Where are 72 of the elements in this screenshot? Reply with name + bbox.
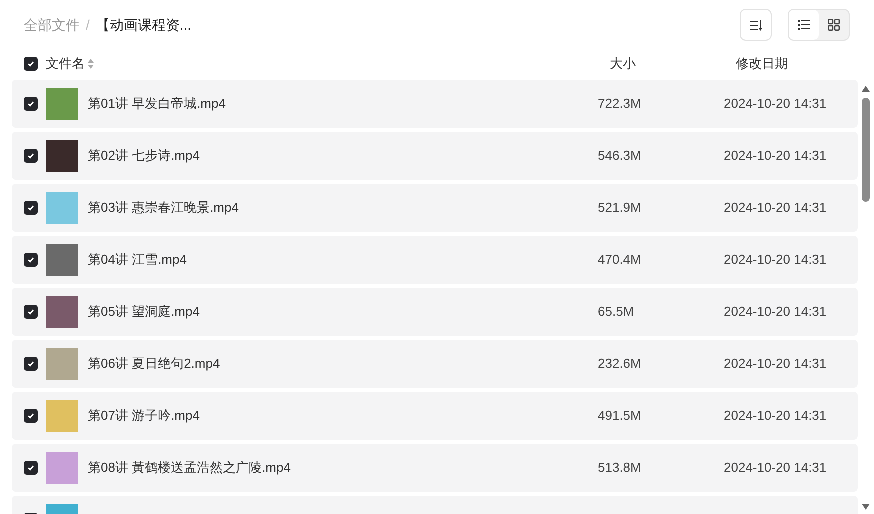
photo-placeholder	[46, 452, 78, 484]
check-icon	[27, 60, 35, 68]
check-icon	[27, 152, 35, 160]
scroll-down-icon[interactable]	[862, 504, 870, 510]
file-row[interactable]: 第02讲 七步诗.mp4 546.3M 2024-10-20 14:31	[12, 132, 858, 180]
photo-placeholder	[46, 348, 78, 380]
check-icon	[27, 464, 35, 472]
file-row[interactable]: 第01讲 早发白帝城.mp4 722.3M 2024-10-20 14:31	[12, 80, 858, 128]
file-size: 521.9M	[598, 199, 642, 218]
check-icon	[27, 412, 35, 420]
list-icon	[798, 20, 810, 30]
file-name: 第03讲 惠崇春江晚景.mp4	[88, 199, 240, 218]
file-date: 2024-10-20 14:31	[724, 459, 827, 478]
column-header: 修改日期	[736, 55, 788, 74]
checkbox[interactable]	[24, 357, 38, 371]
checkbox[interactable]	[24, 305, 38, 319]
column-header: 大小	[610, 55, 636, 74]
checkbox[interactable]	[24, 253, 38, 267]
breadcrumb-separator: /	[86, 16, 90, 34]
check-icon	[27, 256, 35, 264]
grid-icon	[828, 19, 840, 31]
check-icon	[27, 360, 35, 368]
file-name: 第04讲 江雪.mp4	[88, 251, 188, 270]
file-name: 第06讲 夏日绝句2.mp4	[88, 355, 222, 374]
file-row[interactable]: 第06讲 夏日绝句2.mp4 232.6M 2024-10-20 14:31	[12, 340, 858, 388]
file-size: 722.3M	[598, 95, 642, 114]
checkbox[interactable]	[24, 97, 38, 111]
check-icon	[27, 308, 35, 316]
file-date: 2024-10-20 14:31	[724, 95, 827, 114]
sort-arrows-icon	[88, 59, 94, 69]
view-button[interactable]	[789, 10, 819, 40]
file-date: 2024-10-20 14:31	[724, 355, 827, 374]
photo-placeholder	[46, 296, 78, 328]
file-size: 513.8M	[598, 459, 642, 478]
check-icon	[27, 204, 35, 212]
file-size: 232.6M	[598, 355, 642, 374]
file-date: 2024-10-20 14:31	[724, 199, 827, 218]
checkbox[interactable]	[24, 149, 38, 163]
checkbox[interactable]	[24, 461, 38, 475]
file-name: 第08讲 黃鹤楼送孟浩然之广陵.mp4	[88, 459, 292, 478]
file-size: 65.5M	[598, 303, 636, 322]
photo-placeholder	[46, 88, 78, 120]
check-icon	[27, 100, 35, 108]
file-row[interactable]: 第03讲 惠崇春江晚景.mp4 521.9M 2024-10-20 14:31	[12, 184, 858, 232]
checkbox[interactable]	[24, 201, 38, 215]
file-row[interactable]: 第08讲 黃鹤楼送孟浩然之广陵.mp4 513.8M 2024-10-20 14:31	[12, 444, 858, 492]
file-name: 第02讲 七步诗.mp4	[88, 147, 201, 166]
scroll-up-icon[interactable]	[862, 86, 870, 92]
checkbox[interactable]	[24, 57, 38, 71]
photo-placeholder	[46, 140, 78, 172]
file-row[interactable]: 第05讲 望洞庭.mp4 65.5M 2024-10-20 14:31	[12, 288, 858, 336]
photo-placeholder	[46, 400, 78, 432]
file-name: 第07讲 游子吟.mp4	[88, 407, 201, 426]
photo-placeholder	[46, 192, 78, 224]
file-row[interactable]: 第07讲 游子吟.mp4 491.5M 2024-10-20 14:31	[12, 392, 858, 440]
file-row[interactable]: 第04讲 江雪.mp4 470.4M 2024-10-20 14:31	[12, 236, 858, 284]
file-size: 491.5M	[598, 407, 642, 426]
photo-placeholder	[46, 244, 78, 276]
file-date: 2024-10-20 14:31	[724, 303, 827, 322]
checkbox[interactable]	[24, 409, 38, 423]
sort-button[interactable]	[740, 9, 772, 41]
file-date: 2024-10-20 14:31	[724, 407, 827, 426]
file-name: 第05讲 望洞庭.mp4	[88, 303, 201, 322]
file-date: 2024-10-20 14:31	[724, 147, 827, 166]
column-header[interactable]: 文件名	[46, 54, 85, 74]
breadcrumb-item[interactable]: 【动画课程资...	[96, 14, 192, 36]
file-size: 470.4M	[598, 251, 642, 270]
file-size: 546.3M	[598, 147, 642, 166]
scrollbar-thumb[interactable]	[862, 98, 870, 202]
file-name: 第01讲 早发白帝城.mp4	[88, 95, 227, 114]
file-date: 2024-10-20 14:31	[724, 251, 827, 270]
sort-icon	[750, 20, 762, 30]
